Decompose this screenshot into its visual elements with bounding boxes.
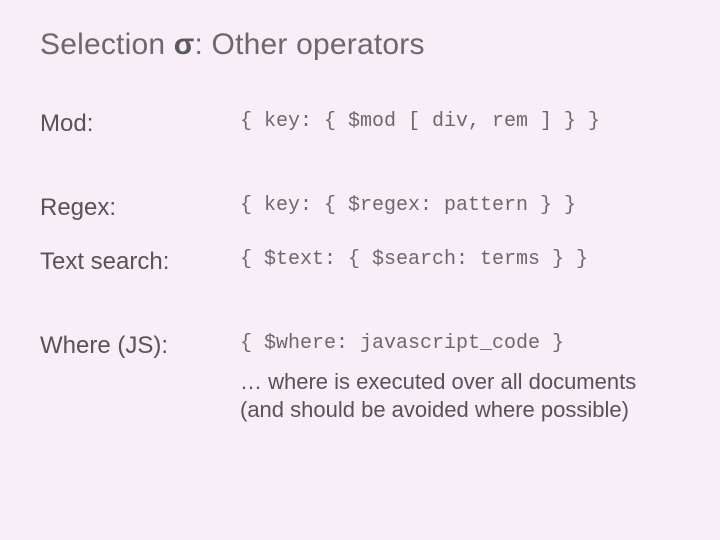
row-text: Text search: { $text: { $search: terms }…: [40, 248, 686, 276]
slide: Selection σ: Other operators Mod: { key:…: [0, 0, 720, 540]
title-post: : Other operators: [194, 28, 424, 61]
row-mod: Mod: { key: { $mod [ div, rem ] } }: [40, 110, 686, 138]
code-mod: { key: { $mod [ div, rem ] } }: [240, 110, 600, 133]
code-where: { $where: javascript_code }: [240, 332, 564, 355]
label-text: Text search:: [40, 248, 240, 276]
note-prefix: …: [240, 369, 268, 394]
title-pre: Selection: [40, 28, 174, 61]
slide-title: Selection σ: Other operators: [40, 28, 686, 62]
code-text: { $text: { $search: terms } }: [240, 248, 588, 271]
code-regex: { key: { $regex: pattern } }: [240, 194, 576, 217]
row-where: Where (JS): { $where: javascript_code }: [40, 332, 686, 360]
label-regex: Regex:: [40, 194, 240, 222]
label-where: Where (JS):: [40, 332, 240, 360]
sigma-symbol: σ: [174, 28, 195, 61]
where-note: … where is executed over all documents (…: [240, 368, 686, 423]
row-regex: Regex: { key: { $regex: pattern } }: [40, 194, 686, 222]
note-keyword: where: [268, 369, 328, 394]
label-mod: Mod:: [40, 110, 240, 138]
